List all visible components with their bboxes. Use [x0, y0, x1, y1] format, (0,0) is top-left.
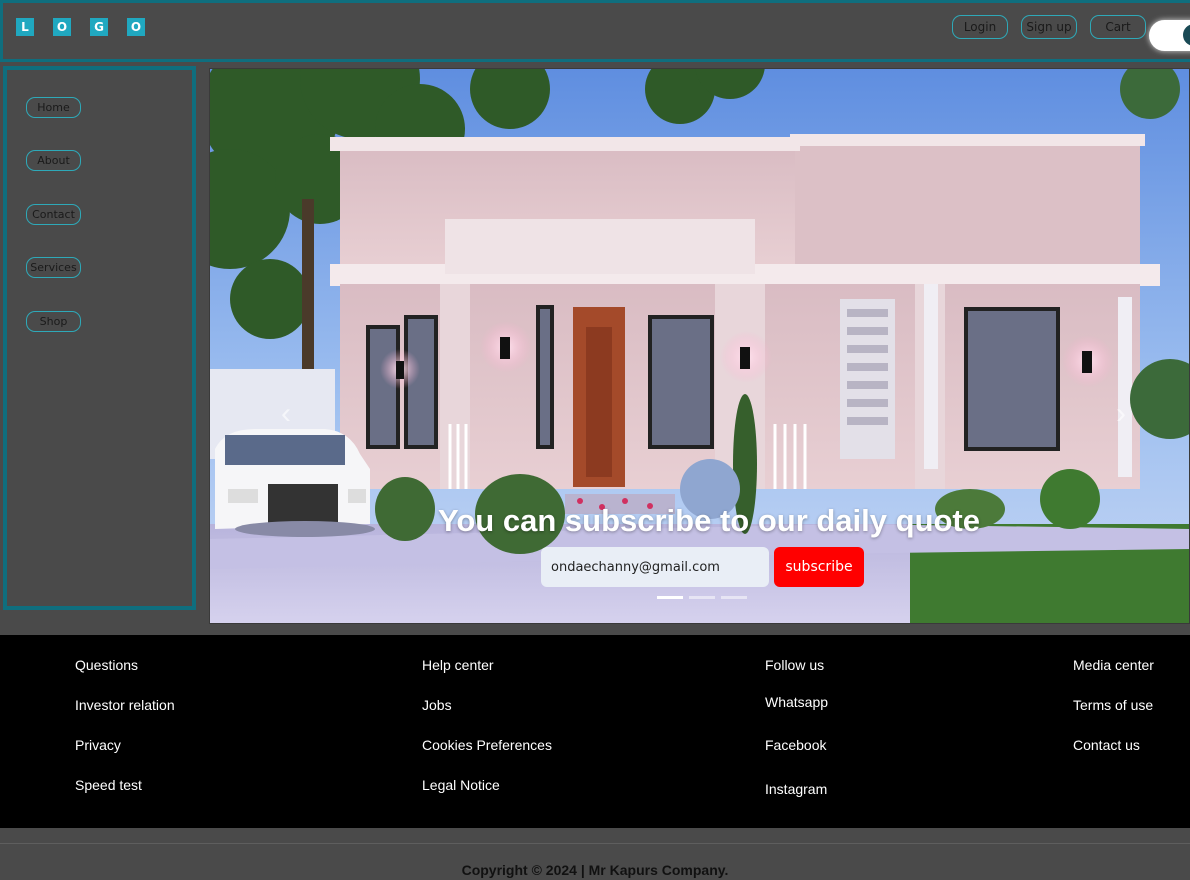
sidebar-item-contact[interactable]: Contact [26, 204, 81, 225]
email-field[interactable] [541, 547, 769, 587]
sidebar-item-home[interactable]: Home [26, 97, 81, 118]
logo-letter: O [53, 18, 71, 36]
logo-letter: L [16, 18, 34, 36]
logo-letter: O [127, 18, 145, 36]
footer-link-terms-of-use[interactable]: Terms of use [1073, 697, 1153, 713]
carousel-dot[interactable] [721, 596, 747, 599]
footer-link-speed-test[interactable]: Speed test [75, 777, 142, 793]
cart-button[interactable]: Cart [1090, 15, 1146, 39]
footer-link-help-center[interactable]: Help center [422, 657, 494, 673]
footer-link-legal-notice[interactable]: Legal Notice [422, 777, 500, 793]
footer-link-media-center[interactable]: Media center [1073, 657, 1154, 673]
sidebar-item-shop[interactable]: Shop [26, 311, 81, 332]
footer-link-jobs[interactable]: Jobs [422, 697, 452, 713]
footer-link-facebook[interactable]: Facebook [765, 737, 826, 753]
footer-link-contact-us[interactable]: Contact us [1073, 737, 1140, 753]
footer-link-instagram[interactable]: Instagram [765, 781, 827, 797]
carousel-prev-icon[interactable]: ‹ [275, 394, 297, 434]
footer-link-investor-relation[interactable]: Investor relation [75, 697, 175, 713]
login-button[interactable]: Login [952, 15, 1008, 39]
carousel-dot[interactable] [657, 596, 683, 599]
sidebar-item-services[interactable]: Services [26, 257, 81, 278]
subscribe-button[interactable]: subscribe [774, 547, 864, 587]
carousel-dot[interactable] [689, 596, 715, 599]
sidebar: Home About Contact Services Shop [3, 66, 196, 610]
copyright-bar: Copyright © 2024 | Mr Kapurs Company. [0, 828, 1190, 880]
copyright-text: Copyright © 2024 | Mr Kapurs Company. [461, 862, 729, 878]
sidebar-item-about[interactable]: About [26, 150, 81, 171]
theme-toggle[interactable] [1149, 20, 1190, 51]
footer-link-whatsapp[interactable]: Whatsapp [765, 694, 828, 710]
hero-carousel: ‹ › You can subscribe to our daily quote… [209, 68, 1190, 624]
logo[interactable]: L O G O [16, 18, 145, 36]
hero-house-image [210, 69, 1189, 623]
carousel-indicators [657, 596, 747, 599]
footer: Questions Investor relation Privacy Spee… [0, 635, 1190, 828]
divider [0, 843, 1190, 844]
toggle-knob [1183, 24, 1190, 46]
footer-link-questions[interactable]: Questions [75, 657, 138, 673]
logo-letter: G [90, 18, 108, 36]
carousel-next-icon[interactable]: › [1110, 394, 1132, 434]
footer-heading-follow-us: Follow us [765, 657, 825, 673]
signup-button[interactable]: Sign up [1021, 15, 1077, 39]
footer-link-privacy[interactable]: Privacy [75, 737, 121, 753]
hero-quote: You can subscribe to our daily quote [438, 503, 981, 538]
footer-link-cookies[interactable]: Cookies Preferences [422, 737, 552, 753]
top-header: L O G O Login Sign up Cart [0, 0, 1190, 62]
